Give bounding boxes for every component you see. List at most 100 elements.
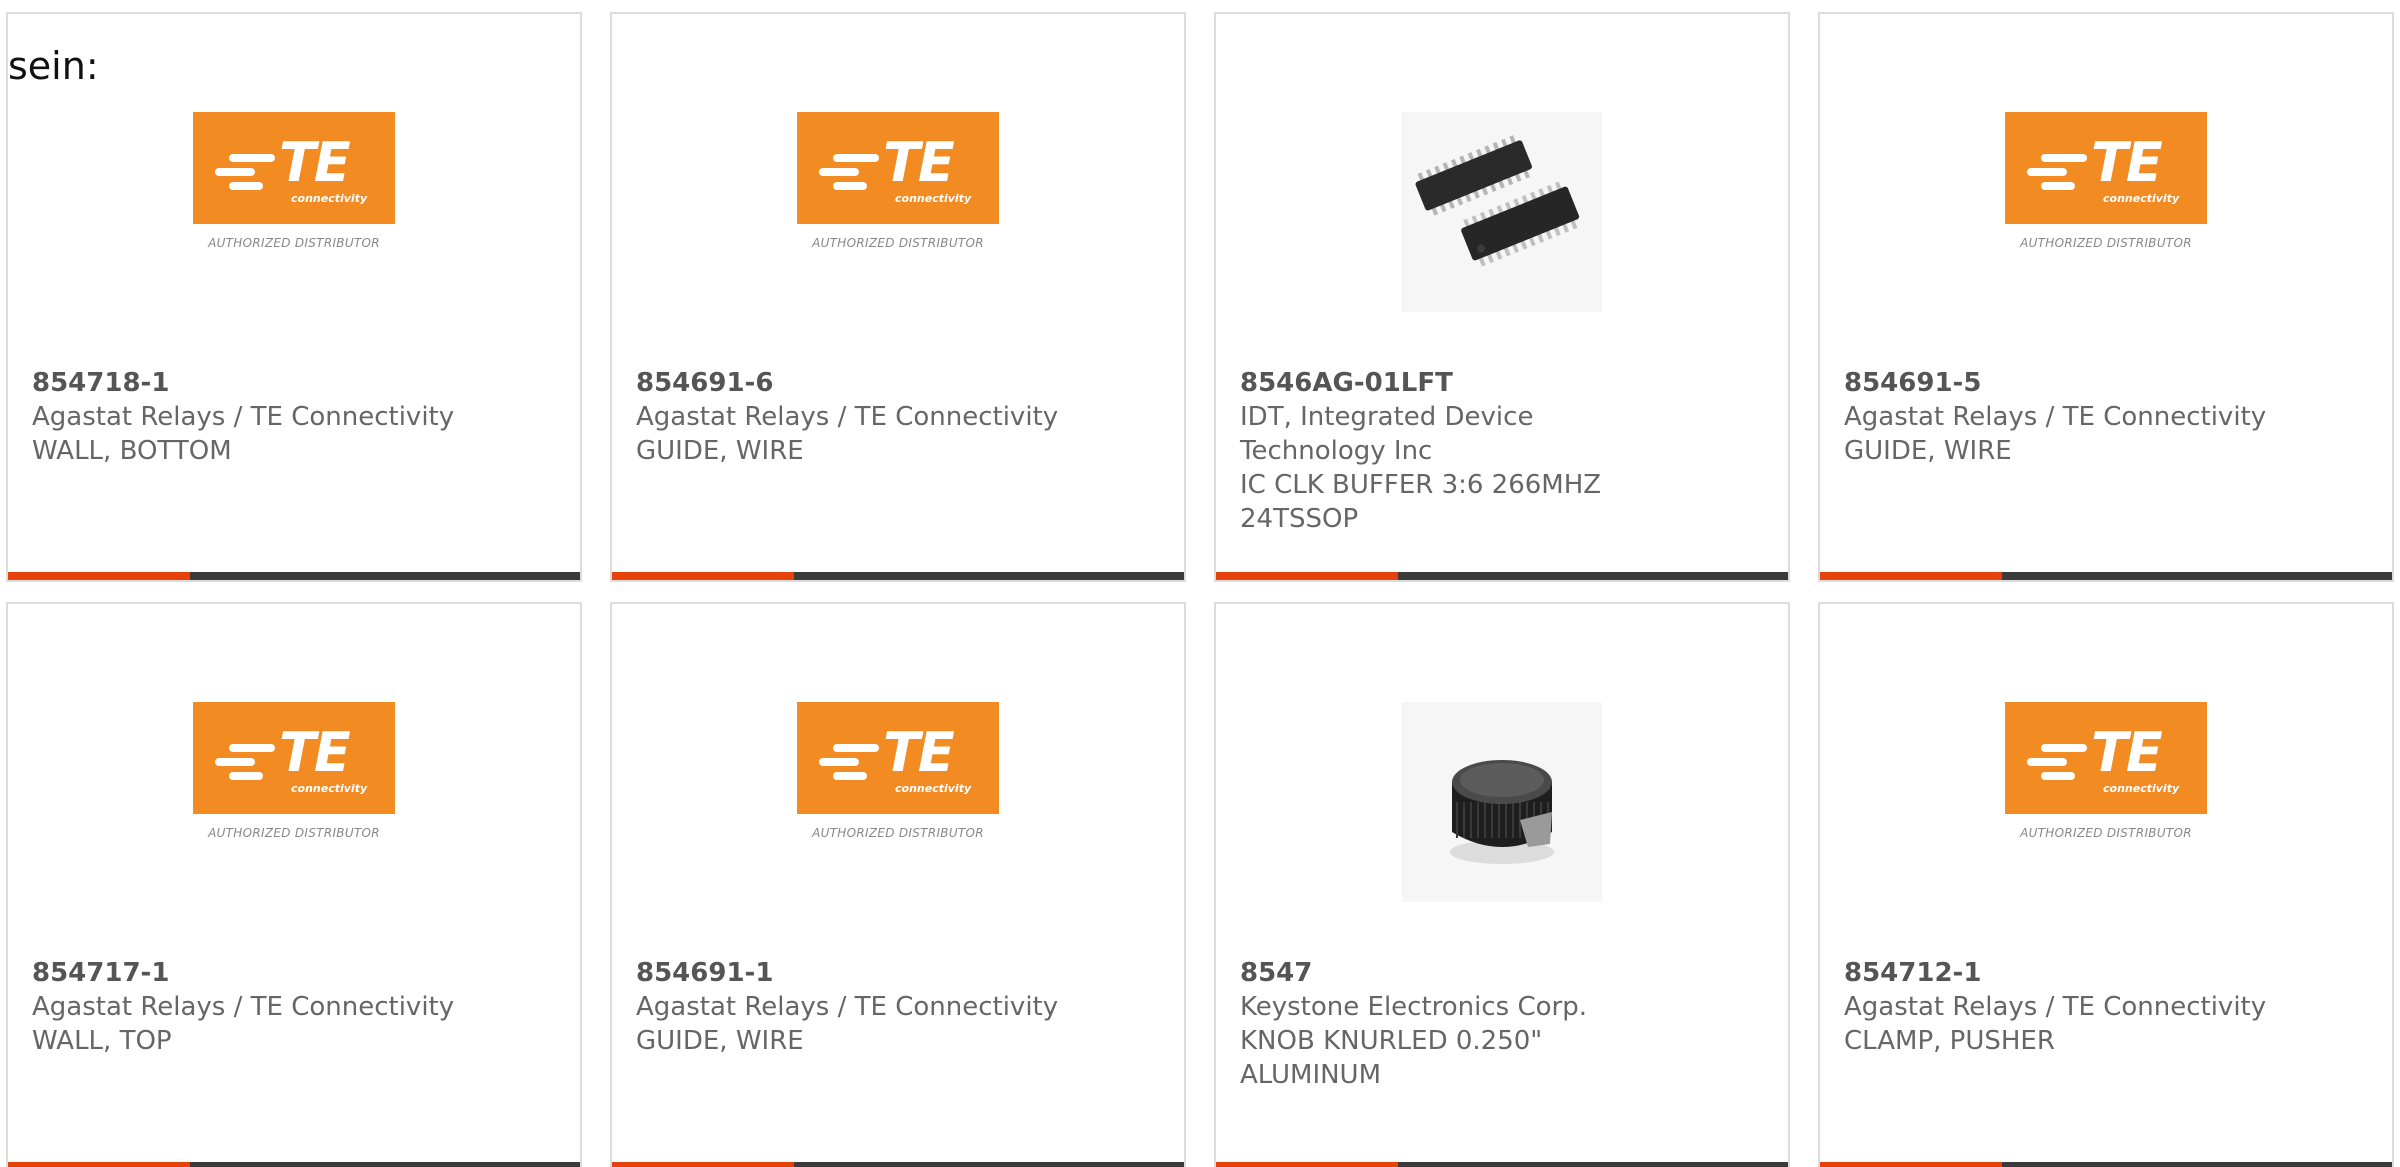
te-logo-badge: TE connectivity xyxy=(193,702,395,814)
card-bottom-bar xyxy=(612,1162,1184,1167)
te-logo-bars xyxy=(2027,744,2087,786)
product-card[interactable]: TE connectivity AUTHORIZED DISTRIBUTOR 8… xyxy=(1818,12,2394,582)
product-card[interactable]: TE connectivity AUTHORIZED DISTRIBUTOR 8… xyxy=(610,602,1186,1167)
product-part-number[interactable]: 8547 xyxy=(1240,956,1764,990)
te-logo-badge: TE connectivity xyxy=(797,702,999,814)
product-part-number[interactable]: 854691-6 xyxy=(636,366,1160,400)
te-logo-letters: TE xyxy=(279,721,351,784)
product-part-number[interactable]: 854691-5 xyxy=(1844,366,2368,400)
product-manufacturer: IDT, Integrated Device xyxy=(1240,402,1534,432)
product-description: CLAMP, PUSHER xyxy=(1844,1026,2055,1056)
product-manufacturer: Technology Inc xyxy=(1240,436,1433,466)
product-manufacturer: Agastat Relays / TE Connectivity xyxy=(32,402,455,432)
product-description: 24TSSOP xyxy=(1240,504,1359,534)
product-card[interactable]: TE connectivity AUTHORIZED DISTRIBUTOR 8… xyxy=(6,602,582,1167)
product-info: 8547 Keystone Electronics Corp. KNOB KNU… xyxy=(1240,956,1764,1092)
product-description: KNOB KNURLED 0.250" xyxy=(1240,1026,1543,1056)
product-part-number[interactable]: 854718-1 xyxy=(32,366,556,400)
product-info: 854712-1 Agastat Relays / TE Connectivit… xyxy=(1844,956,2368,1058)
product-description: IC CLK BUFFER 3:6 266MHZ xyxy=(1240,470,1602,500)
te-logo-subtext: connectivity xyxy=(291,192,368,205)
te-logo-bars xyxy=(215,154,275,196)
card-accent-bar xyxy=(612,1162,794,1167)
product-manufacturer: Agastat Relays / TE Connectivity xyxy=(636,992,1059,1022)
product-description: GUIDE, WIRE xyxy=(636,1026,804,1056)
te-logo-subtext: connectivity xyxy=(291,782,368,795)
te-connectivity-logo: TE connectivity AUTHORIZED DISTRIBUTOR xyxy=(2005,112,2207,250)
product-info: 854691-1 Agastat Relays / TE Connectivit… xyxy=(636,956,1160,1058)
product-description: WALL, BOTTOM xyxy=(32,436,232,466)
product-card[interactable]: 8546AG-01LFT IDT, Integrated Device Techn… xyxy=(1214,12,1790,582)
product-image[interactable]: TE connectivity AUTHORIZED DISTRIBUTOR xyxy=(1820,112,2392,302)
card-accent-bar xyxy=(612,572,794,580)
card-bottom-bar xyxy=(1820,1162,2392,1167)
product-part-number[interactable]: 854691-1 xyxy=(636,956,1160,990)
te-logo-bars xyxy=(819,154,879,196)
product-image[interactable]: TE connectivity AUTHORIZED DISTRIBUTOR xyxy=(612,702,1184,892)
product-image[interactable]: TE connectivity AUTHORIZED DISTRIBUTOR xyxy=(8,702,580,892)
te-logo-subtext: connectivity xyxy=(895,782,972,795)
te-logo-badge: TE connectivity xyxy=(193,112,395,224)
product-card[interactable]: 8547 Keystone Electronics Corp. KNOB KNU… xyxy=(1214,602,1790,1167)
card-bottom-bar xyxy=(8,1162,580,1167)
product-part-number[interactable]: 854717-1 xyxy=(32,956,556,990)
product-image[interactable]: TE connectivity AUTHORIZED DISTRIBUTOR xyxy=(612,112,1184,302)
product-description: GUIDE, WIRE xyxy=(636,436,804,466)
product-description: ALUMINUM xyxy=(1240,1060,1382,1090)
product-info: 854691-5 Agastat Relays / TE Connectivit… xyxy=(1844,366,2368,468)
product-description: GUIDE, WIRE xyxy=(1844,436,2012,466)
card-accent-bar xyxy=(1216,572,1398,580)
te-logo-subtext: connectivity xyxy=(2103,192,2180,205)
product-image[interactable]: TE connectivity AUTHORIZED DISTRIBUTOR xyxy=(1820,702,2392,892)
product-part-number[interactable]: 8546AG-01LFT xyxy=(1240,366,1764,400)
card-accent-bar xyxy=(1820,1162,2002,1167)
product-card[interactable]: TE connectivity AUTHORIZED DISTRIBUTOR 8… xyxy=(6,12,582,582)
te-connectivity-logo: TE connectivity AUTHORIZED DISTRIBUTOR xyxy=(193,702,395,840)
card-bottom-bar xyxy=(8,572,580,580)
te-logo-letters: TE xyxy=(883,721,955,784)
card-accent-bar xyxy=(8,572,190,580)
product-manufacturer: Agastat Relays / TE Connectivity xyxy=(636,402,1059,432)
product-info: 854691-6 Agastat Relays / TE Connectivit… xyxy=(636,366,1160,468)
te-logo-caption: AUTHORIZED DISTRIBUTOR xyxy=(2020,236,2192,250)
card-accent-bar xyxy=(1216,1162,1398,1167)
te-logo-letters: TE xyxy=(279,131,351,194)
te-connectivity-logo: TE connectivity AUTHORIZED DISTRIBUTOR xyxy=(797,702,999,840)
ic-chip-photo xyxy=(1402,112,1602,312)
product-card[interactable]: TE connectivity AUTHORIZED DISTRIBUTOR 8… xyxy=(1818,602,2394,1167)
te-logo-badge: TE connectivity xyxy=(2005,112,2207,224)
te-logo-bars xyxy=(215,744,275,786)
card-bottom-bar xyxy=(612,572,1184,580)
te-logo-caption: AUTHORIZED DISTRIBUTOR xyxy=(812,236,984,250)
product-manufacturer: Keystone Electronics Corp. xyxy=(1240,992,1588,1022)
te-logo-badge: TE connectivity xyxy=(2005,702,2207,814)
te-logo-bars xyxy=(819,744,879,786)
te-logo-subtext: connectivity xyxy=(895,192,972,205)
te-connectivity-logo: TE connectivity AUTHORIZED DISTRIBUTOR xyxy=(193,112,395,250)
lead-text: sein: xyxy=(8,44,99,88)
te-logo-subtext: connectivity xyxy=(2103,782,2180,795)
product-info: 854717-1 Agastat Relays / TE Connectivit… xyxy=(32,956,556,1058)
card-bottom-bar xyxy=(1216,572,1788,580)
te-logo-letters: TE xyxy=(883,131,955,194)
te-logo-letters: TE xyxy=(2091,131,2163,194)
te-connectivity-logo: TE connectivity AUTHORIZED DISTRIBUTOR xyxy=(2005,702,2207,840)
te-logo-badge: TE connectivity xyxy=(797,112,999,224)
card-bottom-bar xyxy=(1216,1162,1788,1167)
te-logo-bars xyxy=(2027,154,2087,196)
product-card[interactable]: TE connectivity AUTHORIZED DISTRIBUTOR 8… xyxy=(610,12,1186,582)
te-logo-caption: AUTHORIZED DISTRIBUTOR xyxy=(812,826,984,840)
knob-photo xyxy=(1402,702,1602,902)
te-logo-caption: AUTHORIZED DISTRIBUTOR xyxy=(208,236,380,250)
product-description: WALL, TOP xyxy=(32,1026,172,1056)
product-image[interactable] xyxy=(1216,702,1788,902)
te-logo-caption: AUTHORIZED DISTRIBUTOR xyxy=(208,826,380,840)
product-info: 8546AG-01LFT IDT, Integrated Device Techn… xyxy=(1240,366,1764,536)
product-image[interactable]: TE connectivity AUTHORIZED DISTRIBUTOR xyxy=(8,112,580,302)
product-info: 854718-1 Agastat Relays / TE Connectivit… xyxy=(32,366,556,468)
te-connectivity-logo: TE connectivity AUTHORIZED DISTRIBUTOR xyxy=(797,112,999,250)
product-part-number[interactable]: 854712-1 xyxy=(1844,956,2368,990)
product-manufacturer: Agastat Relays / TE Connectivity xyxy=(32,992,455,1022)
product-image[interactable] xyxy=(1216,112,1788,312)
card-accent-bar xyxy=(1820,572,2002,580)
